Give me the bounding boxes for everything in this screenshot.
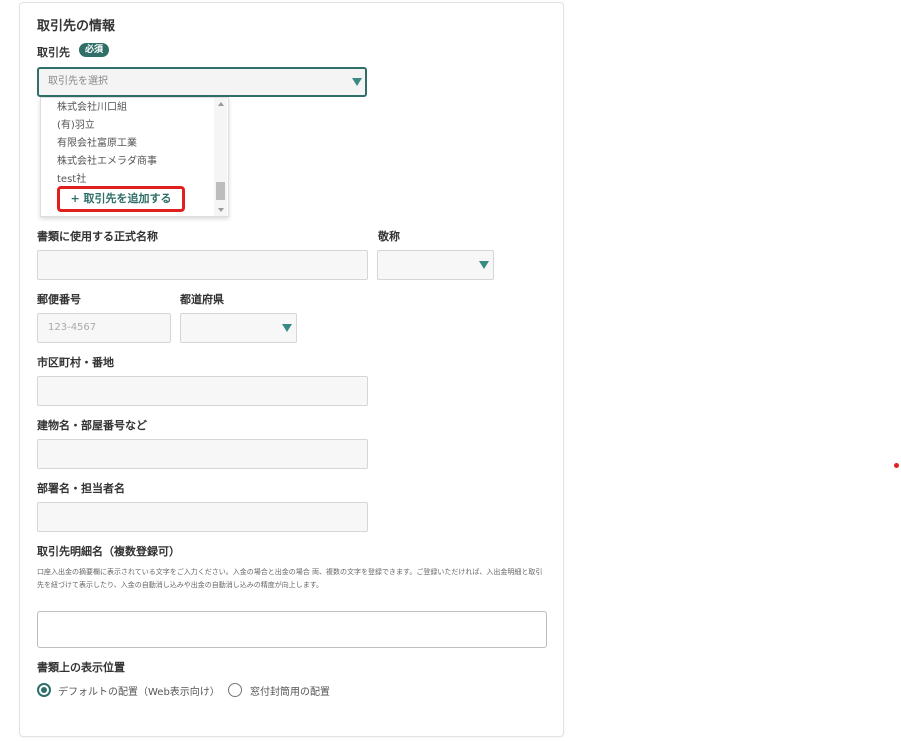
- building-label: 建物名・部屋番号など: [37, 419, 147, 432]
- required-badge: 必須: [79, 43, 110, 57]
- detail-names-textarea[interactable]: [37, 611, 547, 648]
- honorific-select[interactable]: [377, 250, 494, 280]
- add-partner-button[interactable]: + 取引先を追加する: [57, 186, 185, 212]
- scroll-down-icon[interactable]: [218, 208, 224, 212]
- radio-window-envelope-label[interactable]: 窓付封筒用の配置: [250, 683, 330, 698]
- prefecture-label: 都道府県: [180, 293, 224, 306]
- partner-dropdown: 株式会社川口組 (有)羽立 有限会社富原工業 株式会社エメラダ商事 test社 …: [40, 97, 229, 217]
- scroll-up-icon[interactable]: [218, 102, 224, 106]
- partner-select[interactable]: 取引先を選択: [37, 67, 367, 97]
- display-position-label: 書類上の表示位置: [37, 661, 125, 674]
- chevron-down-icon[interactable]: [352, 78, 362, 86]
- city-label: 市区町村・番地: [37, 356, 114, 369]
- scroll-thumb[interactable]: [216, 182, 225, 200]
- official-name-input[interactable]: [37, 250, 368, 280]
- dropdown-option[interactable]: 株式会社エメラダ商事: [57, 152, 157, 167]
- department-label: 部署名・担当者名: [37, 482, 125, 495]
- department-input[interactable]: [37, 502, 368, 532]
- detail-names-label: 取引先明細名（複数登録可）: [37, 545, 180, 558]
- chevron-down-icon[interactable]: [282, 324, 292, 332]
- postal-input[interactable]: 123-4567: [37, 313, 171, 343]
- radio-default-position[interactable]: [37, 683, 51, 697]
- detail-names-description: 口座入出金の摘要欄に表示されている文字をご入力ください。入金の場合と出金の場合 …: [37, 568, 543, 589]
- honorific-label: 敬称: [378, 230, 400, 243]
- postal-placeholder: 123-4567: [48, 322, 97, 333]
- radio-default-label[interactable]: デフォルトの配置（Web表示向け）: [58, 683, 220, 698]
- red-dot-marker: [894, 463, 899, 468]
- building-input[interactable]: [37, 439, 368, 469]
- chevron-down-icon[interactable]: [479, 261, 489, 269]
- official-name-label: 書類に使用する正式名称: [37, 230, 158, 243]
- partner-select-placeholder: 取引先を選択: [48, 76, 108, 87]
- radio-window-envelope[interactable]: [228, 683, 242, 697]
- city-input[interactable]: [37, 376, 368, 406]
- dropdown-option[interactable]: 株式会社川口組: [57, 98, 127, 113]
- dropdown-option[interactable]: 有限会社富原工業: [57, 134, 137, 149]
- prefecture-select[interactable]: [180, 313, 297, 343]
- section-title: 取引先の情報: [37, 19, 116, 34]
- dropdown-option[interactable]: (有)羽立: [57, 116, 95, 131]
- partner-label: 取引先: [37, 46, 70, 59]
- dropdown-option[interactable]: test社: [57, 170, 86, 185]
- postal-label: 郵便番号: [37, 293, 81, 306]
